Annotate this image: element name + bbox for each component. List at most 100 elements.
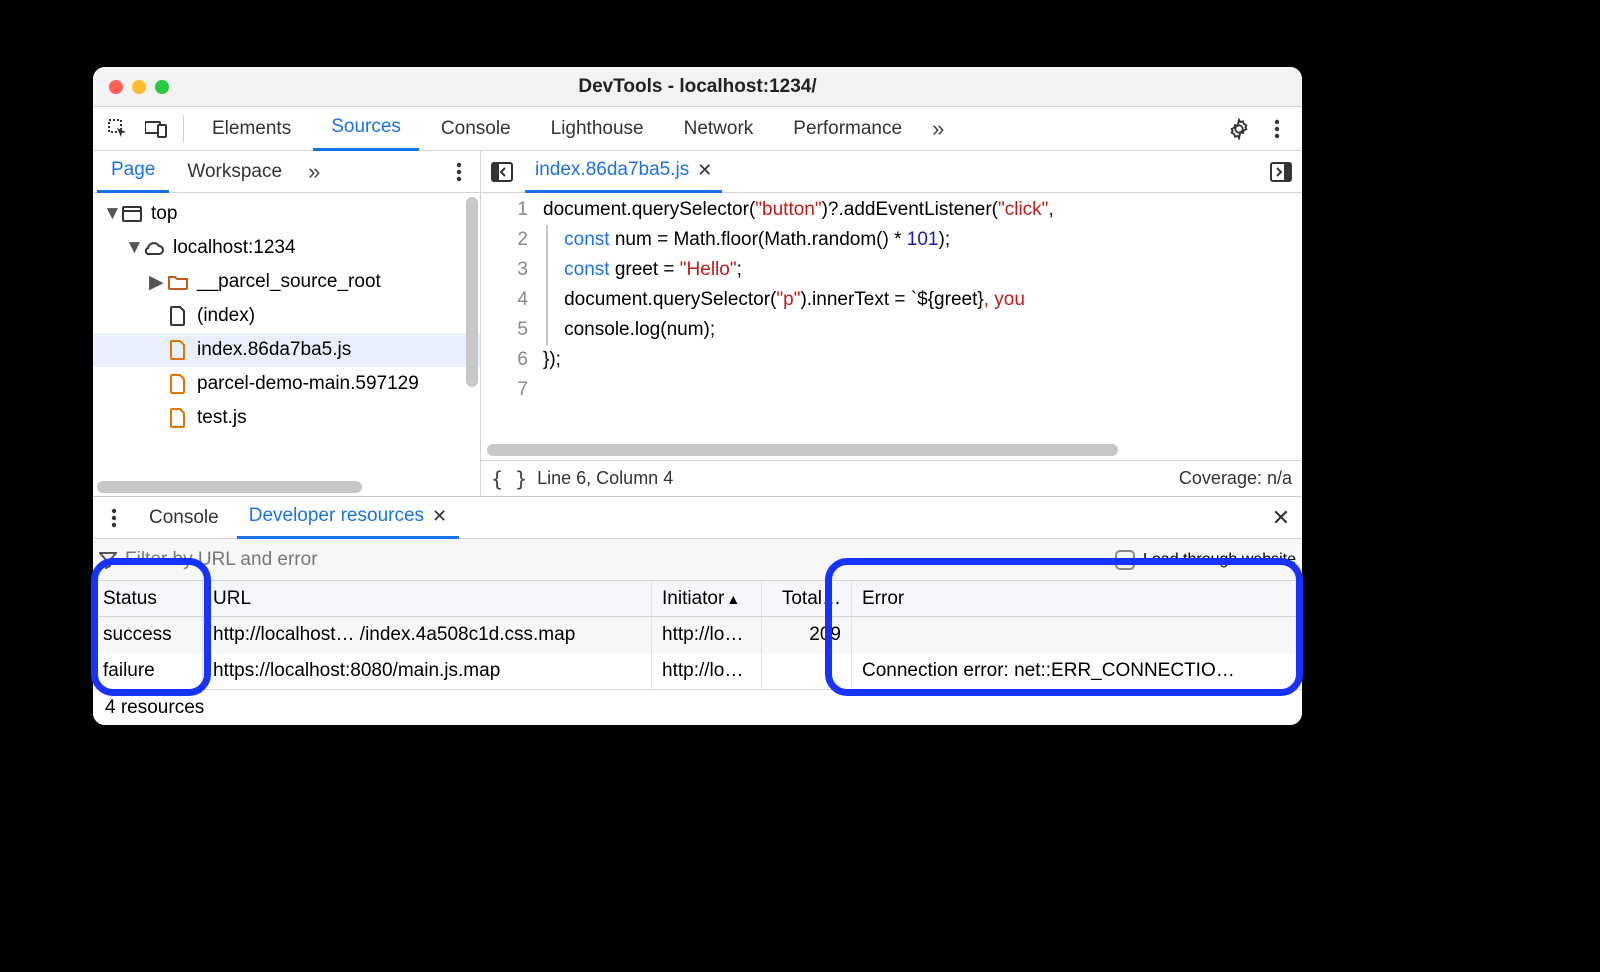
drawer-panel: Console Developer resources ✕ ✕ Filter b… <box>93 496 1302 725</box>
filter-icon <box>99 551 117 569</box>
tab-elements[interactable]: Elements <box>194 107 309 151</box>
js-file-icon <box>167 407 189 429</box>
show-navigator-icon[interactable] <box>485 157 519 187</box>
tree-file-test[interactable]: test.js <box>93 401 480 435</box>
tree-file-demo-label: parcel-demo-main.597129 <box>197 373 419 395</box>
resource-count: 4 resources <box>105 697 204 719</box>
col-total[interactable]: Total… <box>762 581 852 616</box>
cell-initiator: http://lo… <box>652 653 762 689</box>
editor-pane: index.86da7ba5.js ✕ 1 2 3 4 5 6 7 <box>481 151 1302 496</box>
tab-network[interactable]: Network <box>666 107 772 151</box>
divider <box>183 115 184 143</box>
tab-sources[interactable]: Sources <box>313 107 419 151</box>
table-row[interactable]: success http://localhost… /index.4a508c1… <box>93 617 1302 653</box>
navigator-kebab-icon[interactable] <box>442 157 476 187</box>
window-title: DevTools - localhost:1234/ <box>93 76 1302 98</box>
navigator-hscrollbar[interactable] <box>97 481 476 493</box>
tree-file-bundle[interactable]: index.86da7ba5.js <box>93 333 480 367</box>
close-window-button[interactable] <box>109 80 123 94</box>
cell-error: Connection error: net::ERR_CONNECTIO… <box>852 653 1302 689</box>
close-drawer-icon[interactable]: ✕ <box>1264 503 1298 533</box>
file-tab-label: index.86da7ba5.js <box>535 159 689 181</box>
filter-input[interactable]: Filter by URL and error <box>99 549 1107 571</box>
cell-url: http://localhost… /index.4a508c1d.css.ma… <box>203 617 652 653</box>
col-initiator[interactable]: Initiator▲ <box>652 581 762 616</box>
tree-top-label: top <box>151 203 177 225</box>
zoom-window-button[interactable] <box>155 80 169 94</box>
tab-lighthouse[interactable]: Lighthouse <box>533 107 662 151</box>
navigator-tabs: Page Workspace » <box>93 151 480 193</box>
editor-statusbar: { } Line 6, Column 4 Coverage: n/a <box>481 460 1302 496</box>
titlebar: DevTools - localhost:1234/ <box>93 67 1302 107</box>
cursor-position: Line 6, Column 4 <box>537 468 673 489</box>
tree-file-test-label: test.js <box>197 407 247 429</box>
tree-folder-label: __parcel_source_root <box>197 271 381 293</box>
js-file-icon <box>167 339 189 361</box>
main-tabstrip: Elements Sources Console Lighthouse Netw… <box>93 107 1302 151</box>
cloud-icon <box>143 237 165 259</box>
show-debugger-icon[interactable] <box>1264 157 1298 187</box>
navtab-page[interactable]: Page <box>97 151 169 193</box>
cell-total: 209 <box>762 617 852 653</box>
load-through-toggle[interactable]: Load through website <box>1115 550 1296 570</box>
tree-file-index[interactable]: (index) <box>93 299 480 333</box>
more-tabs-chevron-icon[interactable]: » <box>924 116 952 142</box>
drawer-kebab-icon[interactable] <box>97 503 131 533</box>
devres-footer: 4 resources <box>93 689 1302 725</box>
drawer-tabstrip: Console Developer resources ✕ ✕ <box>93 497 1302 539</box>
tree-folder[interactable]: ▶ __parcel_source_root <box>93 265 480 299</box>
inspect-element-icon[interactable] <box>101 114 135 144</box>
cell-status: success <box>93 617 203 653</box>
drawer-tab-console[interactable]: Console <box>137 497 231 539</box>
drawer-tab-devresources[interactable]: Developer resources ✕ <box>237 497 459 539</box>
js-file-icon <box>167 373 189 395</box>
file-icon <box>167 305 189 327</box>
coverage-status: Coverage: n/a <box>1179 468 1292 489</box>
code-body[interactable]: document.querySelector("button")?.addEve… <box>543 193 1302 442</box>
tree-file-demo[interactable]: parcel-demo-main.597129 <box>93 367 480 401</box>
editor-hscrollbar[interactable] <box>487 444 1296 456</box>
table-header-row: Status URL Initiator▲ Total… Error <box>93 581 1302 617</box>
editor-tabbar: index.86da7ba5.js ✕ <box>481 151 1302 193</box>
close-drawer-tab-icon[interactable]: ✕ <box>432 506 447 527</box>
drawer-tab-devresources-label: Developer resources <box>249 505 424 527</box>
checkbox-icon[interactable] <box>1115 550 1135 570</box>
device-toggle-icon[interactable] <box>139 114 173 144</box>
tree-origin[interactable]: ▼ localhost:1234 <box>93 231 480 265</box>
kebab-menu-icon[interactable] <box>1260 114 1294 144</box>
file-tree: ▼ top ▼ localhost:1234 ▶ __parcel_source… <box>93 193 480 478</box>
tree-file-index-label: (index) <box>197 305 255 327</box>
cell-url: https://localhost:8080/main.js.map <box>203 653 652 689</box>
cell-total <box>762 653 852 689</box>
col-url[interactable]: URL <box>203 581 652 616</box>
load-through-label: Load through website <box>1143 551 1296 569</box>
pretty-print-icon[interactable]: { } <box>491 467 527 491</box>
table-row[interactable]: failure https://localhost:8080/main.js.m… <box>93 653 1302 689</box>
navigator-pane: Page Workspace » ▼ top ▼ localhost <box>93 151 481 496</box>
col-status[interactable]: Status <box>93 581 203 616</box>
scrollbar-thumb[interactable] <box>466 197 478 387</box>
sort-asc-icon: ▲ <box>724 591 740 607</box>
cell-status: failure <box>93 653 203 689</box>
devtools-window: DevTools - localhost:1234/ Elements Sour… <box>93 67 1302 725</box>
navtab-workspace[interactable]: Workspace <box>173 151 296 193</box>
traffic-lights <box>93 80 169 94</box>
window-frame-icon <box>121 203 143 225</box>
settings-gear-icon[interactable] <box>1222 114 1256 144</box>
tree-origin-label: localhost:1234 <box>173 237 296 259</box>
code-editor[interactable]: 1 2 3 4 5 6 7 document.querySelector("bu… <box>481 193 1302 442</box>
minimize-window-button[interactable] <box>132 80 146 94</box>
navigator-more-chevron-icon[interactable]: » <box>300 159 328 185</box>
col-error[interactable]: Error <box>852 581 1302 616</box>
line-gutter: 1 2 3 4 5 6 7 <box>481 193 543 442</box>
tab-console[interactable]: Console <box>423 107 529 151</box>
tree-top[interactable]: ▼ top <box>93 197 480 231</box>
file-tab-active[interactable]: index.86da7ba5.js ✕ <box>525 151 722 193</box>
folder-icon <box>167 271 189 293</box>
close-tab-icon[interactable]: ✕ <box>697 160 712 181</box>
devres-filterbar: Filter by URL and error Load through web… <box>93 539 1302 581</box>
tree-file-bundle-label: index.86da7ba5.js <box>197 339 351 361</box>
tab-performance[interactable]: Performance <box>775 107 920 151</box>
cell-initiator: http://lo… <box>652 617 762 653</box>
devres-table: Status URL Initiator▲ Total… Error succe… <box>93 581 1302 689</box>
